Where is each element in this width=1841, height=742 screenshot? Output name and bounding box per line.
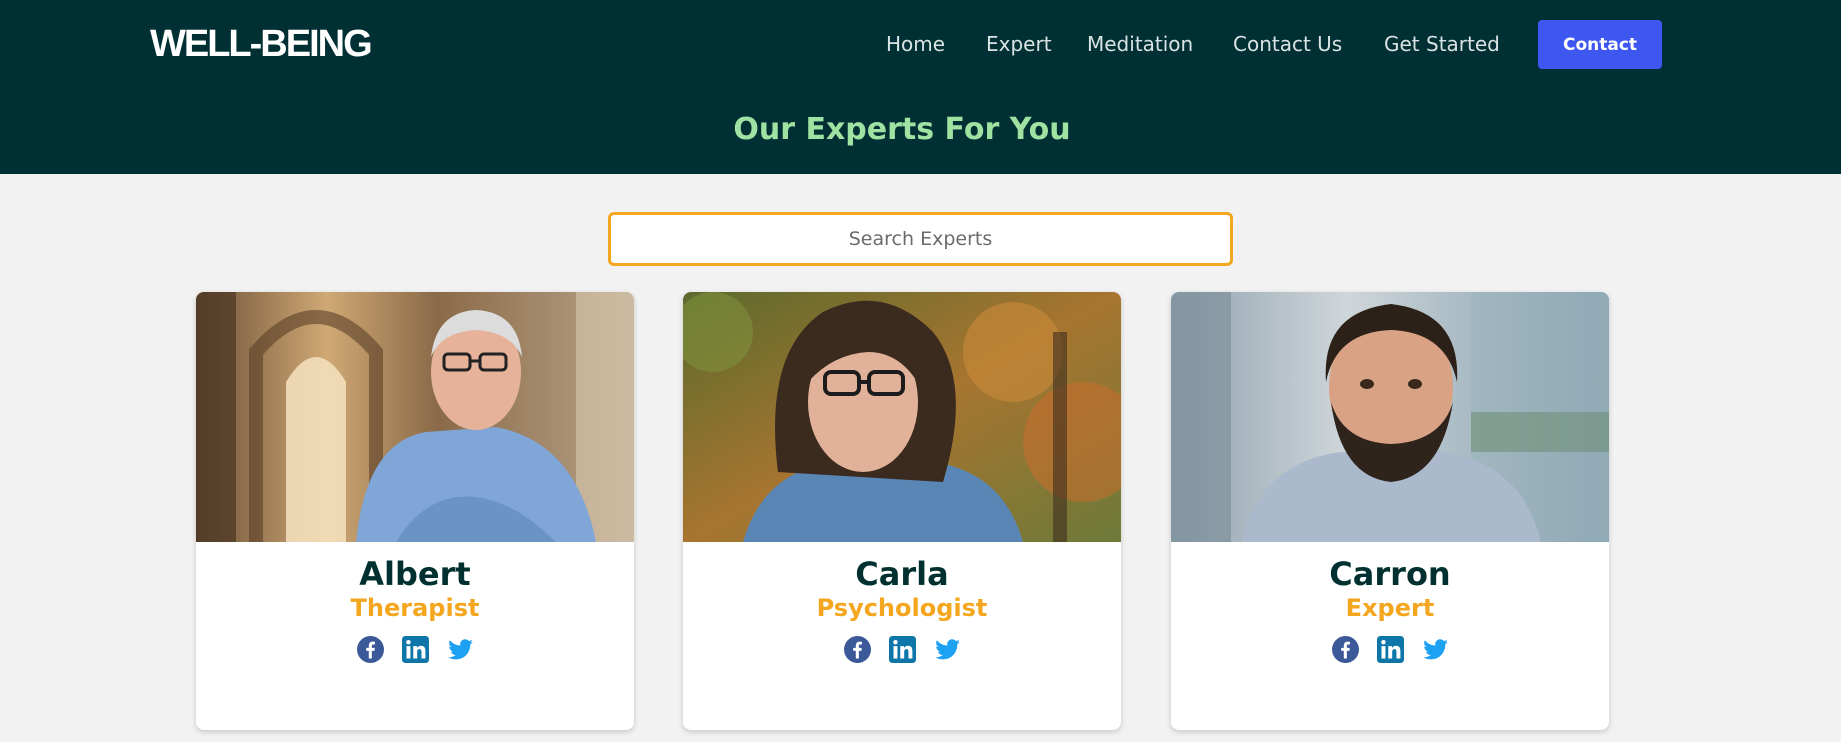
twitter-icon[interactable] [934, 636, 961, 663]
expert-role: Expert [1345, 594, 1435, 622]
expert-card-carla[interactable]: Carla Psychologist [683, 292, 1121, 730]
nav-meditation[interactable]: Meditation [1087, 20, 1193, 68]
linkedin-icon[interactable] [401, 636, 429, 663]
expert-photo [196, 292, 634, 542]
linkedin-icon[interactable] [1376, 636, 1404, 663]
expert-card-carron[interactable]: Carron Expert [1171, 292, 1609, 730]
expert-photo [1171, 292, 1609, 542]
expert-photo [683, 292, 1121, 542]
social-links [196, 636, 634, 666]
nav-contact-us[interactable]: Contact Us [1233, 20, 1342, 68]
expert-card-albert[interactable]: Albert Therapist [196, 292, 634, 730]
contact-button[interactable]: Contact [1538, 20, 1662, 69]
social-links [1171, 636, 1609, 666]
nav-expert[interactable]: Expert [986, 20, 1052, 68]
expert-role: Psychologist [816, 594, 988, 622]
facebook-icon[interactable] [356, 636, 384, 663]
nav-home[interactable]: Home [886, 20, 945, 68]
expert-name: Carla [855, 555, 949, 593]
expert-name: Carron [1329, 555, 1451, 593]
twitter-icon[interactable] [1422, 636, 1449, 663]
search-input[interactable] [608, 212, 1233, 266]
page-title: Our Experts For You [733, 112, 1071, 147]
social-links [683, 636, 1121, 666]
site-header: WELL-BEING Home Expert Meditation Contac… [0, 0, 1841, 174]
facebook-icon[interactable] [1331, 636, 1359, 663]
nav-get-started[interactable]: Get Started [1384, 20, 1500, 68]
linkedin-icon[interactable] [888, 636, 916, 663]
expert-name: Albert [359, 555, 471, 593]
expert-role: Therapist [350, 594, 480, 622]
twitter-icon[interactable] [447, 636, 474, 663]
facebook-icon[interactable] [843, 636, 871, 663]
